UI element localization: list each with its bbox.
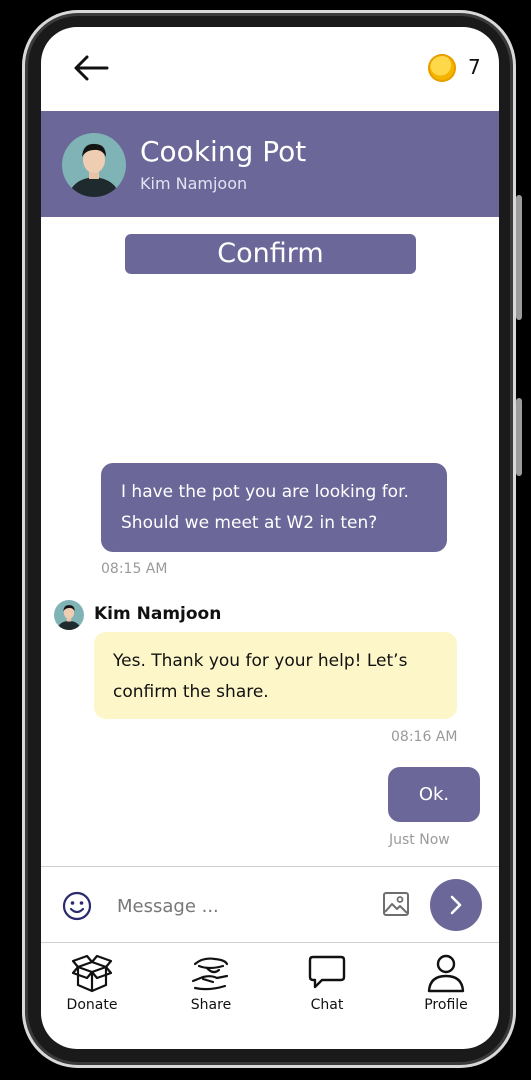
nav-label-donate: Donate xyxy=(66,997,118,1013)
nav-item-profile[interactable]: Profile xyxy=(401,953,491,1033)
back-button[interactable] xyxy=(71,51,111,85)
nav-label-share: Share xyxy=(190,997,232,1013)
chevron-right-icon xyxy=(450,895,462,915)
confirm-button[interactable]: Confirm xyxy=(125,234,416,274)
chat-header: Cooking Pot Kim Namjoon xyxy=(41,111,499,217)
image-icon xyxy=(383,892,409,916)
coin-count: 7 xyxy=(468,55,481,79)
box-icon xyxy=(71,954,113,993)
message-time: Just Now xyxy=(389,832,450,848)
outgoing-message: I have the pot you are looking for. Shou… xyxy=(101,463,447,552)
chat-title: Cooking Pot xyxy=(140,135,307,168)
top-bar: 7 xyxy=(41,27,499,111)
message-time: 08:15 AM xyxy=(101,561,168,577)
nav-item-share[interactable]: Share xyxy=(166,953,256,1033)
bottom-nav: Donate Share Chat Profile xyxy=(41,943,499,1049)
attach-image-button[interactable] xyxy=(381,889,411,919)
smiley-icon xyxy=(62,891,92,921)
sender-name: Kim Namjoon xyxy=(94,604,222,624)
hand-share-icon xyxy=(191,957,229,991)
incoming-message: Yes. Thank you for your help! Let’s conf… xyxy=(94,632,457,719)
nav-label-profile: Profile xyxy=(424,997,468,1013)
power-button xyxy=(516,398,522,476)
nav-item-chat[interactable]: Chat xyxy=(282,953,372,1033)
emoji-button[interactable] xyxy=(61,890,93,922)
nav-item-donate[interactable]: Donate xyxy=(47,953,137,1033)
chat-subtitle: Kim Namjoon xyxy=(140,174,248,193)
message-time: 08:16 AM xyxy=(391,729,458,745)
send-button[interactable] xyxy=(430,879,482,931)
avatar xyxy=(62,133,126,197)
message-input[interactable] xyxy=(111,887,373,925)
user-icon xyxy=(427,954,465,993)
nav-label-chat: Chat xyxy=(310,997,344,1013)
divider xyxy=(41,866,499,867)
chat-bubble-icon xyxy=(308,955,346,989)
outgoing-message: Ok. xyxy=(388,767,480,822)
volume-button xyxy=(516,195,522,320)
coin-icon xyxy=(428,54,456,82)
app-screen: 7 Cooking Pot Kim Namjoon Confirm I have… xyxy=(41,27,499,1049)
back-arrow-icon xyxy=(74,55,109,81)
sender-avatar xyxy=(54,600,84,630)
